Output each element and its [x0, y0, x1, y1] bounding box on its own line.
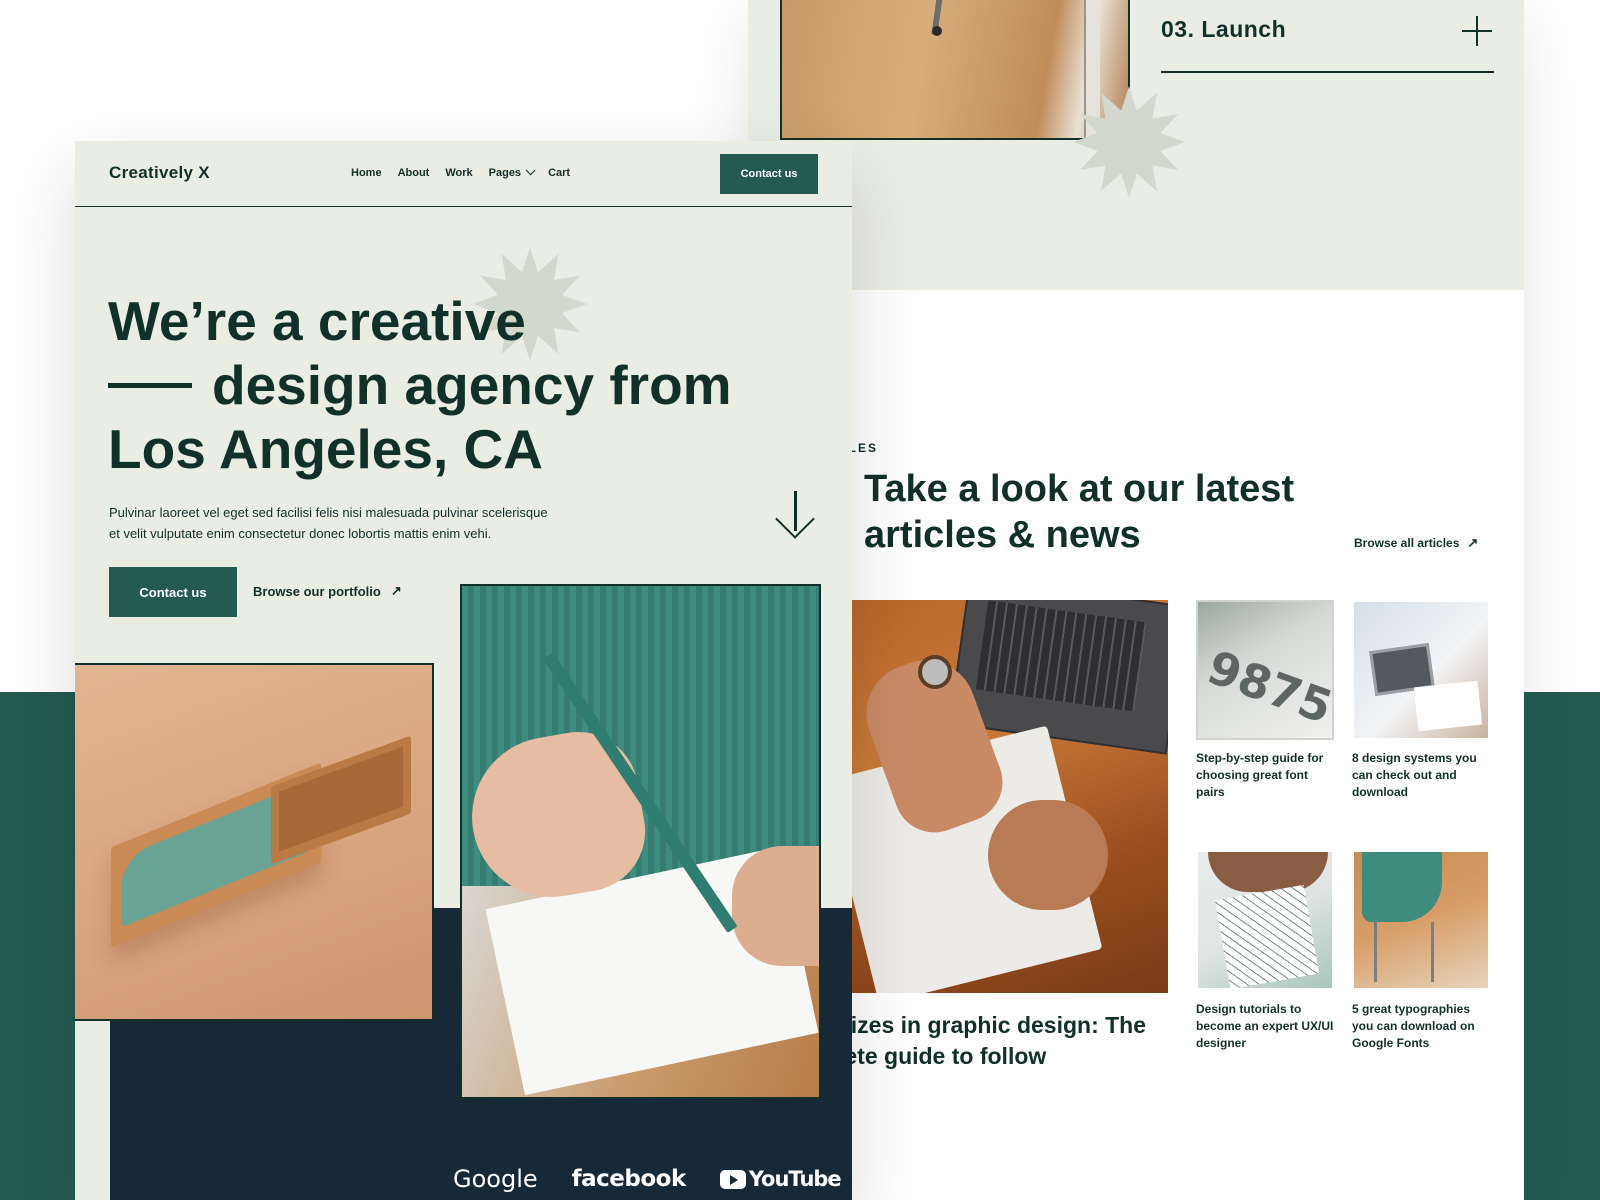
client-logos: Google facebook YouTube — [453, 1165, 842, 1193]
google-logo: Google — [453, 1165, 538, 1193]
hand — [988, 800, 1108, 910]
article-title[interactable]: Design tutorials to become an expert UX/… — [1196, 1001, 1336, 1052]
articles-heading-line: Take a look at our latest — [864, 468, 1295, 510]
navbar: Creatively X Home About Work Pages Cart … — [75, 141, 852, 207]
nav-cart[interactable]: Cart — [548, 167, 570, 179]
chair-foot — [932, 26, 942, 36]
featured-title-line: sizes in graphic design: The — [838, 1012, 1147, 1038]
article-title[interactable]: Step-by-step guide for choosing great fo… — [1196, 750, 1336, 801]
sketch-sheet — [1214, 884, 1320, 988]
paper — [1413, 680, 1483, 732]
article-thumbnail[interactable] — [1352, 600, 1490, 740]
hero-title-line: We’re a creative — [108, 290, 526, 352]
facebook-logo: facebook — [571, 1166, 687, 1192]
featured-article-title[interactable]: sizes in graphic design: The lete guide … — [838, 1010, 1168, 1072]
nav-pages-label: Pages — [488, 167, 522, 179]
hero-contact-button[interactable]: Contact us — [109, 567, 237, 617]
youtube-logo: YouTube — [719, 1167, 842, 1191]
article-thumbnail[interactable]: 9875 — [1196, 600, 1334, 740]
hero-title-line: design agency from — [108, 353, 732, 417]
brand-logo[interactable]: Creatively X — [109, 163, 210, 183]
arrow-up-right-icon: ↗ — [390, 583, 402, 598]
arrow-up-right-icon: ↗ — [1467, 535, 1479, 550]
agency-home-mockup: Creatively X Home About Work Pages Cart … — [75, 141, 852, 1200]
portfolio-link-label: Browse our portfolio — [253, 583, 381, 599]
plus-icon[interactable] — [1460, 14, 1494, 48]
nav-about[interactable]: About — [398, 167, 430, 179]
hero-description-line: Pulvinar laoreet vel eget sed facilisi f… — [109, 505, 548, 520]
article-thumbnail[interactable] — [1352, 850, 1490, 990]
wristwatch — [918, 655, 952, 689]
articles-heading-line: articles & news — [864, 514, 1141, 556]
hero-title-text: design agency from — [212, 354, 732, 416]
browse-portfolio-link[interactable]: Browse our portfolio ↗ — [253, 583, 402, 599]
hero-description: Pulvinar laoreet vel eget sed facilisi f… — [109, 502, 589, 544]
chair — [1362, 852, 1442, 922]
process-step-title[interactable]: 03. Launch — [1161, 16, 1286, 43]
articles-heading: Take a look at our latest articles & new… — [864, 466, 1344, 558]
youtube-play-icon — [719, 1169, 746, 1189]
article-title[interactable]: 8 design systems you can check out and d… — [1352, 750, 1492, 801]
browse-all-articles-link[interactable]: Browse all articles ↗ — [1354, 535, 1478, 551]
hero-title: We’re a creative design agency from Los … — [108, 289, 732, 481]
arrow-down-icon[interactable] — [775, 489, 815, 539]
article-thumbnail[interactable] — [1196, 850, 1334, 990]
articles-page-mockup: 03. Launch CLES Take a look at our lates… — [748, 0, 1524, 1200]
packaging-photo — [75, 663, 434, 1021]
drawing-photo — [460, 584, 821, 1099]
youtube-wordmark: YouTube — [748, 1167, 842, 1191]
hands — [1208, 852, 1328, 892]
featured-title-line: lete guide to follow — [838, 1043, 1047, 1069]
chevron-down-icon — [525, 165, 536, 176]
contact-us-button[interactable]: Contact us — [720, 154, 818, 194]
article-title[interactable]: 5 great typographies you can download on… — [1352, 1001, 1492, 1052]
featured-article-image[interactable] — [838, 600, 1168, 993]
process-photo — [780, 0, 1130, 140]
browse-articles-label: Browse all articles — [1354, 536, 1460, 550]
chair-legs — [1374, 922, 1434, 982]
nav-links: Home About Work Pages Cart — [351, 165, 570, 179]
nav-work[interactable]: Work — [445, 167, 472, 179]
hero-title-line: Los Angeles, CA — [108, 418, 543, 480]
number-graphic: 9875 — [1200, 639, 1334, 735]
box-lid — [271, 735, 411, 865]
hero-description-line: et velit vulputate enim consectetur done… — [109, 526, 492, 541]
hand — [732, 846, 819, 966]
nav-home[interactable]: Home — [351, 167, 382, 179]
divider — [1161, 71, 1494, 73]
process-section: 03. Launch — [748, 0, 1524, 290]
dash-decoration — [108, 382, 192, 388]
nav-pages[interactable]: Pages — [488, 165, 536, 179]
